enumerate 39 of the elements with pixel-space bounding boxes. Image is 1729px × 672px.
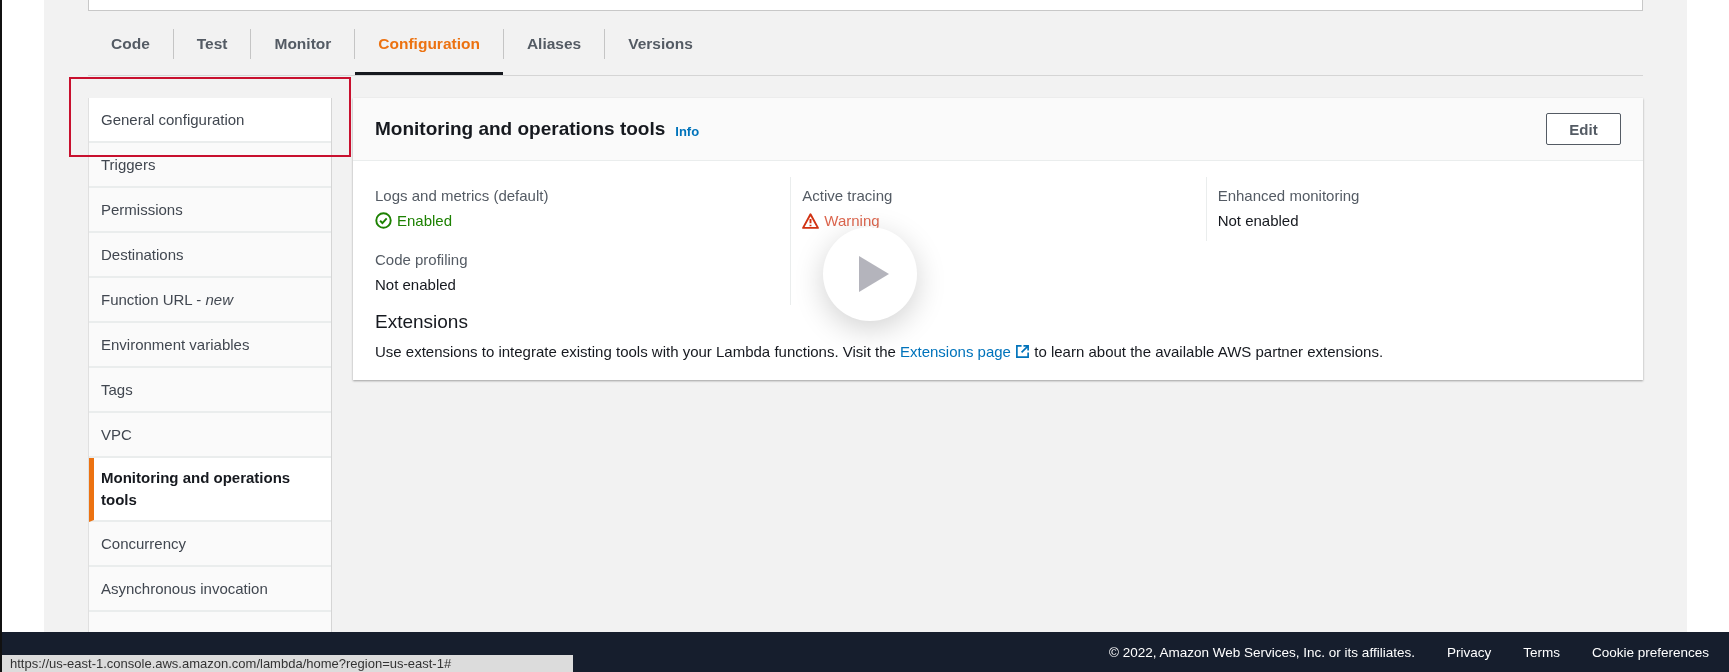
warning-icon	[802, 212, 820, 229]
field-label: Active tracing	[802, 187, 894, 204]
tab[interactable]: Versions	[605, 12, 716, 75]
sidebar-item[interactable]: Asynchronous invocation	[89, 567, 331, 612]
field-label: Code profiling	[375, 251, 469, 268]
tab[interactable]: Code	[88, 12, 173, 75]
field-value: Warning	[802, 212, 880, 229]
edit-button[interactable]: Edit	[1546, 113, 1621, 145]
panel-title: Monitoring and operations tools	[375, 118, 666, 140]
sidebar-item[interactable]: Monitoring and operations tools	[89, 458, 331, 522]
footer-link[interactable]: Cookie preferences	[1591, 644, 1709, 660]
sidebar-item[interactable]: Function URL - new	[89, 278, 331, 323]
external-link-icon	[1015, 344, 1031, 359]
field-label: Logs and metrics (default)	[375, 187, 550, 204]
sidebar-item[interactable]: Environment variables	[89, 323, 331, 368]
play-icon	[857, 254, 891, 294]
sidebar-item[interactable]: Permissions	[89, 188, 331, 233]
extensions-link[interactable]: Extensions page	[900, 343, 1031, 360]
extensions-description: Use extensions to integrate existing tools with your Lambda functions. Visit the Extensions page to learn about the available AWS partner extensions.	[375, 343, 1385, 360]
status-url: https://us-east-1.console.aws.amazon.com/lambda/home?region=us-east-1#	[2, 655, 573, 672]
section-heading: Extensions	[375, 311, 469, 333]
sidebar-item[interactable]: Concurrency	[89, 522, 331, 567]
tab[interactable]: Monitor	[251, 12, 355, 75]
field-value: Not enabled	[1217, 212, 1299, 229]
footer-link[interactable]: Privacy	[1446, 644, 1492, 660]
sidebar-item[interactable]: General configuration	[89, 98, 331, 143]
sidebar-item[interactable]: VPC	[89, 413, 331, 458]
info-link[interactable]: Info	[675, 123, 700, 139]
tab[interactable]: Test	[173, 12, 251, 75]
field-label: Enhanced monitoring	[1217, 187, 1361, 204]
check-circle-icon	[375, 212, 392, 229]
sidebar-item[interactable]: Tags	[89, 368, 331, 413]
field-value: Enabled	[375, 212, 453, 229]
sidebar-item[interactable]: Destinations	[89, 233, 331, 278]
tab[interactable]: Aliases	[503, 12, 605, 75]
copyright-text: © 2022, Amazon Web Services, Inc. or its affiliates.	[1109, 644, 1415, 660]
footer-link[interactable]: Terms	[1523, 644, 1560, 660]
sidebar-item[interactable]: Triggers	[89, 143, 331, 188]
field-value: Not enabled	[375, 276, 456, 293]
